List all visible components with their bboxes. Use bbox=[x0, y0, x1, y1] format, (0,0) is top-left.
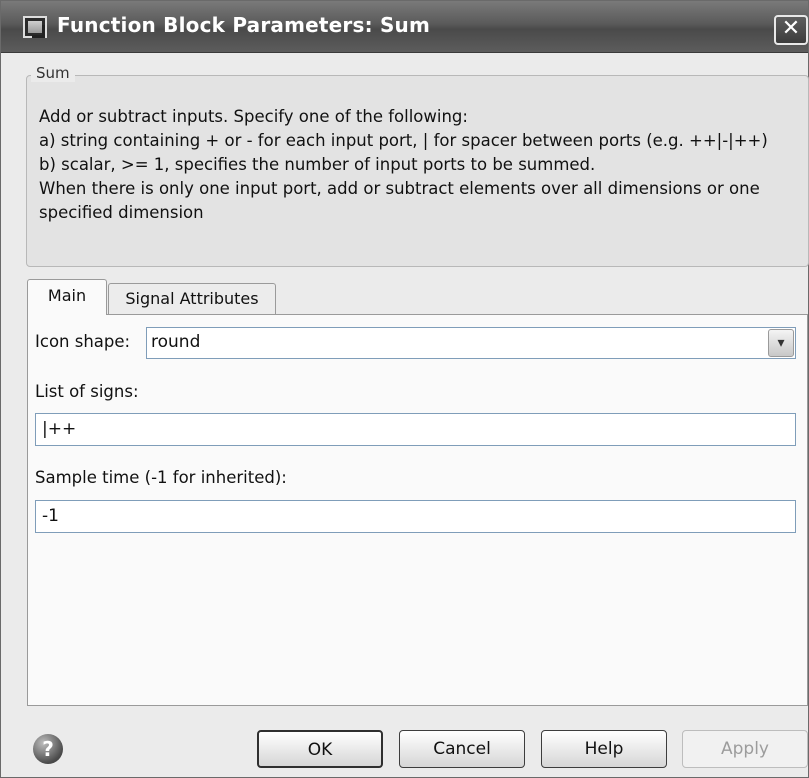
title-bar[interactable]: Function Block Parameters: Sum ✕ bbox=[1, 1, 808, 53]
cancel-button[interactable]: Cancel bbox=[399, 730, 525, 768]
icon-shape-value: round bbox=[151, 332, 201, 352]
icon-shape-label: Icon shape: bbox=[35, 332, 131, 351]
description-line: specified dimension bbox=[39, 203, 204, 222]
block-description: Add or subtract inputs. Specify one of t… bbox=[39, 105, 809, 225]
tab-signal-attributes[interactable]: Signal Attributes bbox=[108, 283, 276, 315]
window-title: Function Block Parameters: Sum bbox=[57, 13, 431, 37]
description-line: b) scalar, >= 1, specifies the number of… bbox=[39, 155, 596, 174]
description-line: Add or subtract inputs. Specify one of t… bbox=[39, 107, 468, 126]
help-button[interactable]: Help bbox=[541, 730, 667, 768]
list-of-signs-label: List of signs: bbox=[35, 382, 139, 401]
sample-time-value: -1 bbox=[42, 506, 59, 526]
description-line: When there is only one input port, add o… bbox=[39, 179, 760, 198]
close-icon: ✕ bbox=[781, 16, 801, 41]
list-of-signs-value: |++ bbox=[42, 419, 77, 439]
sample-time-field[interactable]: -1 bbox=[35, 500, 796, 533]
description-line: a) string containing + or - for each inp… bbox=[39, 131, 768, 150]
help-circle-icon[interactable]: ? bbox=[33, 734, 63, 764]
tab-main[interactable]: Main bbox=[27, 279, 107, 315]
sample-time-label: Sample time (-1 for inherited): bbox=[35, 468, 287, 487]
close-button[interactable]: ✕ bbox=[774, 15, 808, 45]
ok-button[interactable]: OK bbox=[257, 730, 383, 768]
simulink-block-icon bbox=[23, 16, 47, 38]
group-legend: Sum bbox=[31, 64, 75, 82]
icon-shape-dropdown[interactable]: round ▾ bbox=[146, 327, 796, 359]
apply-button[interactable]: Apply bbox=[682, 730, 808, 768]
chevron-down-icon[interactable]: ▾ bbox=[768, 329, 794, 357]
dialog-window: Function Block Parameters: Sum ✕ Sum Add… bbox=[0, 0, 809, 778]
list-of-signs-field[interactable]: |++ bbox=[35, 413, 796, 446]
